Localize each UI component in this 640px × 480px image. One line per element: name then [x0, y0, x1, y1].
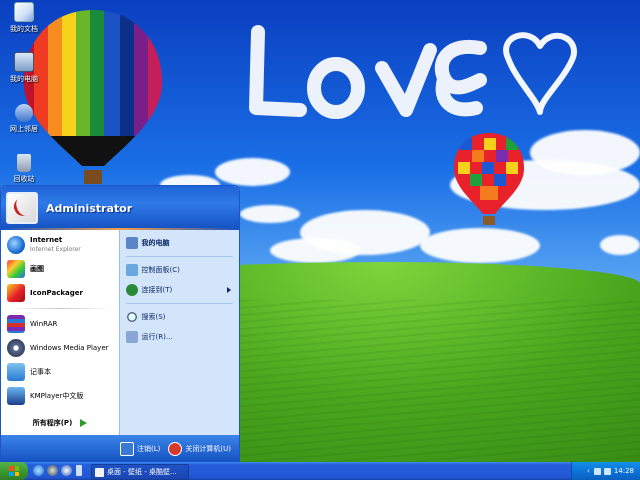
- search-icon: [125, 311, 138, 323]
- start-item-notepad[interactable]: 记事本: [1, 360, 119, 384]
- cloud: [420, 228, 540, 263]
- start-menu: Administrator Internet Internet Explorer…: [0, 185, 240, 464]
- desktop-icon-label: 我的电脑: [10, 75, 38, 83]
- start-right-my-computer[interactable]: 我的电脑: [120, 233, 240, 253]
- desktop-icon-recycle-bin[interactable]: 回收站: [0, 154, 48, 184]
- logoff-button[interactable]: 注销(L): [120, 442, 160, 456]
- power-icon: [168, 442, 183, 456]
- start-item-title: WinRAR: [30, 319, 58, 328]
- start-item-title: Windows Media Player: [30, 343, 109, 352]
- user-avatar[interactable]: [6, 192, 38, 224]
- tray-clock[interactable]: 14:28: [614, 467, 634, 475]
- all-programs-label: 所有程序(P): [32, 418, 73, 427]
- iconpackager-icon: [7, 284, 25, 302]
- start-right-label: 运行(R)...: [141, 333, 173, 341]
- start-right-label: 我的电脑: [141, 239, 170, 247]
- quicklaunch-more-icon[interactable]: [76, 465, 82, 476]
- windows-logo-icon: [9, 466, 19, 476]
- notepad-icon: [7, 363, 25, 381]
- start-button[interactable]: [0, 462, 28, 480]
- start-item-title: Internet: [30, 236, 63, 244]
- start-item-internet-explorer[interactable]: Internet Internet Explorer: [1, 233, 119, 257]
- start-item-subtitle: Internet Explorer: [30, 246, 81, 253]
- start-menu-divider: [7, 308, 113, 309]
- taskbar-window-title: 桌面 - 壁纸 - 桌酷壁...: [107, 468, 177, 476]
- start-item-title: KMPlayer中文版: [30, 391, 84, 400]
- start-right-label: 控制面板(C): [141, 266, 180, 274]
- quicklaunch-ie-icon[interactable]: [33, 465, 44, 476]
- start-menu-right-pane: 我的电脑 控制面板(C) 连接到(T) 搜索(S) 运行(R)...: [118, 230, 240, 435]
- start-right-run[interactable]: 运行(R)...: [120, 327, 240, 347]
- start-item-media-player[interactable]: Windows Media Player: [1, 336, 119, 360]
- start-right-label: 连接到(T): [141, 286, 173, 294]
- quicklaunch-media-icon[interactable]: [47, 465, 58, 476]
- all-programs-button[interactable]: 所有程序(P): [1, 410, 119, 435]
- my-computer-icon: [125, 237, 138, 249]
- cloud: [240, 205, 300, 223]
- kmplayer-icon: [7, 387, 25, 405]
- paint-icon: [7, 260, 25, 278]
- love-cloud-lettering: [249, 25, 577, 119]
- quicklaunch-show-desktop-icon[interactable]: [61, 465, 72, 476]
- run-icon: [125, 331, 138, 343]
- desktop-icon-label: 回收站: [13, 175, 35, 183]
- control-panel-icon: [125, 264, 138, 276]
- start-right-search[interactable]: 搜索(S): [120, 307, 240, 327]
- taskbar-window-button[interactable]: 桌面 - 壁纸 - 桌酷壁...: [91, 464, 189, 480]
- start-item-iconpackager[interactable]: IconPackager: [1, 281, 119, 305]
- arrow-right-icon: [80, 418, 88, 427]
- my-computer-icon: [14, 52, 34, 72]
- user-name: Administrator: [46, 201, 133, 215]
- start-menu-divider: [125, 303, 233, 304]
- tray-volume-icon[interactable]: [603, 467, 611, 475]
- start-menu-left-pane: Internet Internet Explorer 画图 IconPackag…: [1, 230, 119, 435]
- system-tray: ‹ 14:28: [571, 462, 640, 480]
- logoff-label: 注销(L): [137, 445, 161, 453]
- desktop-icon-my-computer[interactable]: 我的电脑: [0, 52, 48, 84]
- start-right-label: 搜索(S): [141, 313, 166, 321]
- start-item-winrar[interactable]: WinRAR: [1, 312, 119, 336]
- start-right-connect-to[interactable]: 连接到(T): [120, 280, 240, 300]
- start-item-kmplayer[interactable]: KMPlayer中文版: [1, 384, 119, 408]
- my-documents-icon: [14, 2, 34, 22]
- desktop-icon-my-documents[interactable]: 我的文档: [0, 2, 48, 34]
- patchwork-balloon-small: [453, 133, 525, 225]
- start-menu-header: Administrator: [1, 186, 239, 230]
- start-menu-divider: [125, 256, 233, 257]
- start-item-title: IconPackager: [30, 288, 83, 297]
- taskbar: 桌面 - 壁纸 - 桌酷壁... ‹ 14:28: [0, 462, 640, 480]
- shutdown-label: 关闭计算机(U): [185, 445, 231, 453]
- desktop-icon-network-places[interactable]: 网上邻居: [0, 104, 48, 134]
- recycle-bin-icon: [17, 154, 31, 172]
- start-right-control-panel[interactable]: 控制面板(C): [120, 260, 240, 280]
- cloud: [530, 130, 640, 175]
- tray-network-icon[interactable]: [593, 467, 601, 475]
- winrar-icon: [7, 315, 25, 333]
- start-menu-body: Internet Internet Explorer 画图 IconPackag…: [1, 230, 239, 435]
- start-item-paint[interactable]: 画图: [1, 257, 119, 281]
- cloud: [215, 158, 290, 186]
- shutdown-button[interactable]: 关闭计算机(U): [168, 442, 231, 456]
- folder-window-icon: [95, 467, 104, 477]
- internet-explorer-icon: [7, 236, 25, 254]
- logoff-icon: [120, 442, 135, 456]
- network-places-icon: [15, 104, 33, 122]
- start-item-title: 记事本: [30, 367, 51, 376]
- cloud: [600, 235, 640, 255]
- media-player-icon: [7, 339, 25, 357]
- connect-to-icon: [125, 284, 138, 296]
- submenu-arrow-icon: [227, 287, 231, 293]
- cloud: [270, 238, 360, 263]
- desktop-icon-label: 我的文档: [10, 25, 38, 33]
- start-item-title: 画图: [30, 264, 44, 273]
- desktop-icon-label: 网上邻居: [10, 125, 38, 133]
- tray-expand-icon[interactable]: ‹: [587, 467, 590, 475]
- start-menu-footer: 注销(L) 关闭计算机(U): [1, 435, 239, 463]
